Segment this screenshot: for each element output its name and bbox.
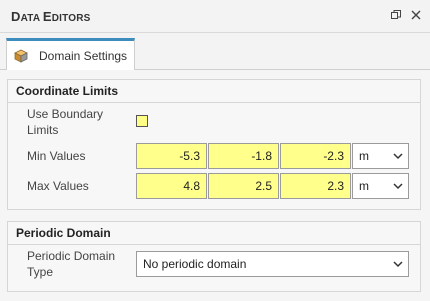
periodic-domain-group: Periodic Domain Periodic Domain Type No … (7, 221, 421, 292)
coordinate-limits-title: Coordinate Limits (16, 84, 119, 98)
max-y-input[interactable]: 2.5 (208, 173, 279, 199)
periodic-domain-type-label: Periodic Domain Type (27, 249, 116, 279)
max-values-label: Max Values (27, 179, 89, 193)
chevron-down-icon (393, 153, 403, 160)
tab-bar: Domain Settings (0, 33, 430, 71)
use-boundary-limits-checkbox[interactable] (136, 115, 148, 127)
periodic-domain-title: Periodic Domain (16, 226, 111, 240)
max-x-input[interactable]: 4.8 (136, 173, 207, 199)
max-z-input[interactable]: 2.3 (280, 173, 351, 199)
group-divider (8, 102, 420, 103)
min-x-input[interactable]: -5.3 (136, 143, 207, 169)
tab-domain-settings[interactable]: Domain Settings (6, 38, 135, 71)
panel-title: DATA EDITORS (11, 9, 91, 24)
restore-icon[interactable] (389, 8, 403, 22)
max-unit-select[interactable]: m (352, 173, 409, 199)
periodic-domain-type-select[interactable]: No periodic domain (136, 251, 409, 277)
min-values-label: Min Values (27, 149, 86, 163)
min-unit-select[interactable]: m (352, 143, 409, 169)
min-z-input[interactable]: -2.3 (280, 143, 351, 169)
use-boundary-limits-label: Use Boundary Limits (27, 107, 104, 137)
panel-titlebar: DATA EDITORS (0, 0, 430, 33)
cube-icon (14, 49, 28, 63)
min-y-input[interactable]: -1.8 (208, 143, 279, 169)
close-icon[interactable] (409, 8, 423, 22)
chevron-down-icon (393, 261, 403, 268)
tab-label: Domain Settings (39, 49, 128, 63)
chevron-down-icon (393, 183, 403, 190)
editor-content: Coordinate Limits Use Boundary Limits Mi… (0, 70, 430, 301)
group-divider (8, 244, 420, 245)
coordinate-limits-group: Coordinate Limits Use Boundary Limits Mi… (7, 79, 421, 210)
